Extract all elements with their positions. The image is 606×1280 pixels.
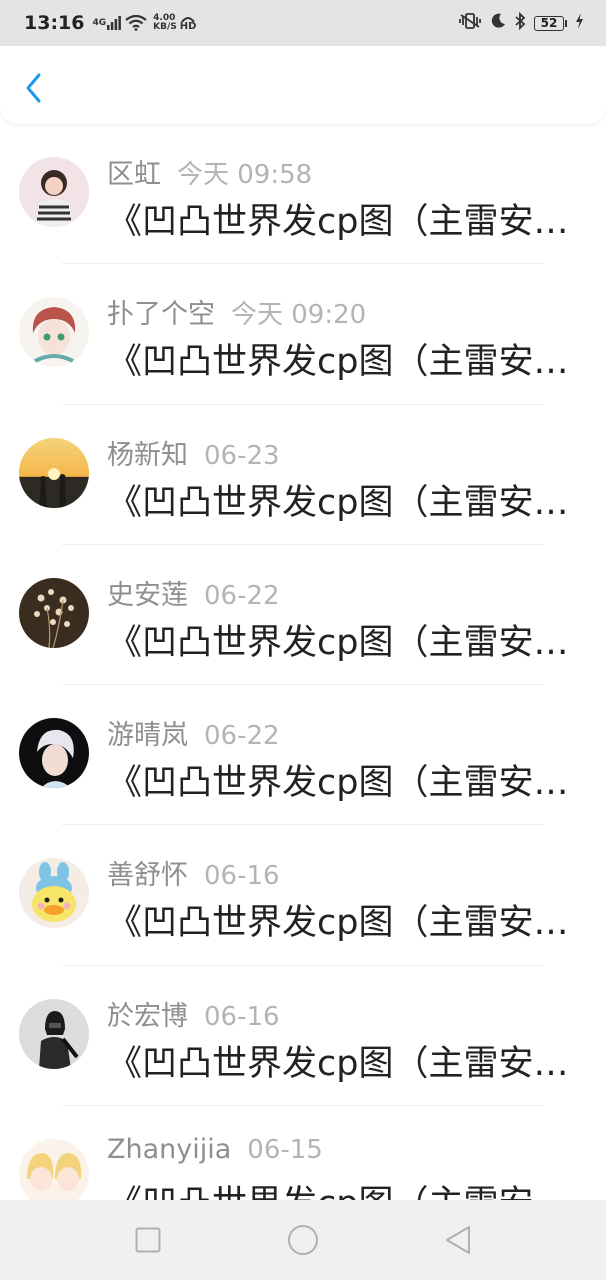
message-preview: 《凹凸世界发cp图（主雷安… <box>107 763 569 804</box>
signal-icon: 4G <box>92 16 122 30</box>
message-preview: 《凹凸世界发cp图（主雷安… <box>107 903 569 944</box>
network-speed: 4.00 KB/S <box>153 13 177 32</box>
avatar[interactable] <box>19 718 89 789</box>
list-item[interactable]: Zhanyijia 06-15 《凹凸世界发cp图（主雷安… <box>0 1106 606 1200</box>
avatar[interactable] <box>19 297 89 368</box>
sender-name: 史安莲 <box>107 579 188 611</box>
message-preview: 《凹凸世界发cp图（主雷安… <box>107 482 569 523</box>
status-right-group: 52 <box>458 11 584 34</box>
navigation-bar <box>0 1200 606 1280</box>
sender-name: 游晴岚 <box>107 720 188 752</box>
avatar[interactable] <box>19 437 89 508</box>
sender-name: 杨新知 <box>107 439 188 471</box>
message-time: 06-22 <box>204 721 280 752</box>
message-time: 06-16 <box>204 1001 280 1032</box>
sender-name: 於宏博 <box>107 1000 188 1032</box>
moon-icon <box>490 13 506 33</box>
vibrate-icon <box>458 13 482 33</box>
sender-name: 区虹 <box>107 159 161 190</box>
avatar[interactable] <box>19 577 89 648</box>
status-bar: 13:16 4G 4.00 KB/S HD 52 <box>0 0 606 46</box>
app-header <box>0 46 606 124</box>
avatar[interactable] <box>19 1139 89 1200</box>
message-time: 06-16 <box>204 861 280 892</box>
hd-call-icon: HD <box>180 16 196 31</box>
bluetooth-icon <box>514 11 526 34</box>
message-preview: 《凹凸世界发cp图（主雷安… <box>107 622 569 663</box>
battery-level: 52 <box>534 15 564 31</box>
back-nav-button[interactable] <box>428 1210 488 1270</box>
wifi-icon <box>125 15 147 31</box>
chevron-left-icon <box>26 73 41 103</box>
message-preview: 《凹凸世界发cp图（主雷安… <box>107 202 569 242</box>
charging-icon <box>575 13 584 33</box>
sender-name: Zhanyijia <box>107 1134 232 1166</box>
message-time: 06-23 <box>204 440 280 471</box>
square-recent-icon <box>135 1227 161 1253</box>
sender-name: 善舒怀 <box>107 860 188 892</box>
triangle-back-icon <box>446 1226 471 1254</box>
list-item[interactable]: 扑了个空 今天 09:20 《凹凸世界发cp图（主雷安… <box>0 264 606 405</box>
list-item[interactable]: 杨新知 06-23 《凹凸世界发cp图（主雷安… <box>0 405 606 545</box>
message-time: 今天 09:58 <box>177 160 313 190</box>
sender-name: 扑了个空 <box>107 299 215 331</box>
circle-home-icon <box>287 1225 318 1255</box>
status-time: 13:16 <box>24 12 85 34</box>
message-preview: 《凹凸世界发cp图（主雷安… <box>107 342 569 383</box>
message-time: 06-22 <box>204 580 280 611</box>
battery-icon: 52 <box>534 15 567 31</box>
list-item[interactable]: 善舒怀 06-16 《凹凸世界发cp图（主雷安… <box>0 825 606 966</box>
message-list: 区虹 今天 09:58 《凹凸世界发cp图（主雷安… 扑了个空 今天 09:20… <box>0 124 606 1200</box>
back-button[interactable] <box>14 66 54 110</box>
avatar[interactable] <box>19 157 89 227</box>
home-button[interactable] <box>273 1210 333 1270</box>
list-item[interactable]: 於宏博 06-16 《凹凸世界发cp图（主雷安… <box>0 966 606 1107</box>
message-time: 06-15 <box>247 1135 323 1166</box>
message-time: 今天 09:20 <box>231 300 367 331</box>
message-preview: 《凹凸世界发cp图（主雷安… <box>107 1043 569 1084</box>
recent-apps-button[interactable] <box>118 1210 178 1270</box>
list-item[interactable]: 史安莲 06-22 《凹凸世界发cp图（主雷安… <box>0 545 606 686</box>
list-item[interactable]: 游晴岚 06-22 《凹凸世界发cp图（主雷安… <box>0 685 606 826</box>
message-preview: 《凹凸世界发cp图（主雷安… <box>107 1182 575 1200</box>
avatar[interactable] <box>19 858 89 929</box>
list-item[interactable]: 区虹 今天 09:58 《凹凸世界发cp图（主雷安… <box>0 124 606 265</box>
avatar[interactable] <box>19 998 89 1069</box>
